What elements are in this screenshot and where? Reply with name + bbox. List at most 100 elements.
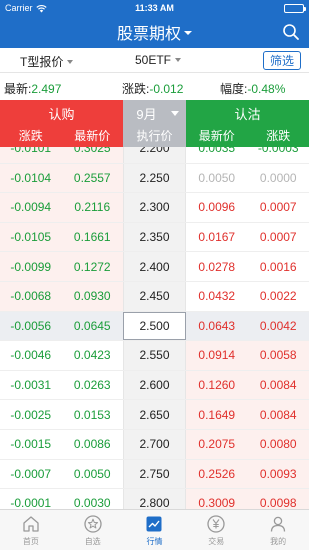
table-row[interactable]: -0.0046 0.0423 2.550 0.0914 0.0058: [0, 341, 309, 371]
call-change-cell[interactable]: -0.0101: [0, 147, 62, 163]
call-last-column-header[interactable]: 最新价: [62, 126, 124, 147]
strike-cell[interactable]: 2.600: [123, 370, 186, 400]
chevron-down-icon: [184, 31, 192, 35]
strike-cell[interactable]: 2.800: [123, 489, 186, 509]
underlying-selector[interactable]: 50ETF: [135, 53, 182, 67]
call-change-cell[interactable]: -0.0031: [0, 370, 62, 400]
strike-cell[interactable]: 2.750: [123, 459, 186, 489]
call-change-cell[interactable]: -0.0068: [0, 281, 62, 311]
table-row[interactable]: -0.0068 0.0930 2.450 0.0432 0.0022: [0, 281, 309, 312]
put-last-cell[interactable]: 0.3009: [186, 489, 248, 509]
tab-home[interactable]: 首页: [0, 510, 62, 550]
call-last-cell[interactable]: 0.2116: [61, 193, 123, 222]
table-row[interactable]: -0.0094 0.2116 2.300 0.0096 0.0007: [0, 193, 309, 223]
table-row[interactable]: -0.0104 0.2557 2.250 0.0050 0.0000: [0, 163, 309, 194]
call-last-cell[interactable]: 0.0263: [61, 370, 123, 400]
call-last-cell[interactable]: 0.0153: [61, 400, 123, 429]
filter-button[interactable]: 筛选: [263, 51, 301, 70]
title-dropdown[interactable]: 股票期权: [117, 20, 192, 44]
put-change-cell[interactable]: 0.0084: [247, 400, 309, 429]
call-change-cell[interactable]: -0.0001: [0, 489, 62, 509]
dropdown-arrow-icon: [170, 110, 179, 116]
call-change-cell[interactable]: -0.0094: [0, 193, 62, 222]
table-row[interactable]: -0.0007 0.0050 2.750 0.2526 0.0093: [0, 459, 309, 490]
table-row-at-the-money[interactable]: -0.0056 0.0645 2.500 0.0643 0.0042: [0, 311, 309, 342]
quote-type-selector[interactable]: T型报价: [20, 53, 74, 70]
put-change-cell[interactable]: 0.0022: [247, 281, 309, 311]
last-price-value: 2.497: [31, 82, 62, 96]
call-last-cell[interactable]: 0.1661: [61, 222, 123, 252]
strike-cell[interactable]: 2.400: [123, 252, 186, 281]
strike-cell[interactable]: 2.700: [123, 429, 186, 459]
table-row[interactable]: -0.0001 0.0030 2.800 0.3009 0.0098: [0, 489, 309, 509]
put-last-cell[interactable]: 0.2075: [186, 429, 248, 459]
call-change-column-header[interactable]: 涨跌: [0, 126, 62, 147]
put-last-cell[interactable]: 0.2526: [186, 459, 248, 489]
put-last-cell[interactable]: 0.0096: [186, 193, 248, 222]
table-row[interactable]: -0.0105 0.1661 2.350 0.0167 0.0007: [0, 222, 309, 253]
tab-trade[interactable]: 交易: [185, 510, 247, 550]
put-change-cell[interactable]: 0.0084: [247, 370, 309, 400]
put-last-cell[interactable]: 0.0050: [186, 163, 248, 193]
strike-cell[interactable]: 2.350: [123, 222, 186, 252]
put-change-cell[interactable]: 0.0007: [247, 222, 309, 252]
strike-cell[interactable]: 2.550: [123, 341, 186, 370]
call-last-cell[interactable]: 0.3025: [61, 147, 123, 163]
call-last-cell[interactable]: 0.0645: [61, 311, 123, 341]
call-change-cell[interactable]: -0.0099: [0, 252, 62, 281]
put-last-cell[interactable]: 0.0167: [186, 222, 248, 252]
call-last-cell[interactable]: 0.2557: [61, 163, 123, 193]
call-change-cell[interactable]: -0.0046: [0, 341, 62, 370]
put-last-column-header[interactable]: 最新价: [186, 126, 248, 147]
put-change-cell[interactable]: 0.0000: [247, 163, 309, 193]
put-last-cell[interactable]: 0.1260: [186, 370, 248, 400]
put-change-cell[interactable]: 0.0042: [247, 311, 309, 341]
call-change-cell[interactable]: -0.0056: [0, 311, 62, 341]
month-selector[interactable]: 9月: [123, 100, 186, 126]
tab-watchlist[interactable]: 自选: [62, 510, 124, 550]
table-row[interactable]: -0.0099 0.1272 2.400 0.0278 0.0016: [0, 252, 309, 282]
strike-cell[interactable]: 2.300: [123, 193, 186, 222]
put-last-cell[interactable]: 0.0432: [186, 281, 248, 311]
option-chain-table[interactable]: -0.0101 0.3025 2.200 0.0035 -0.0003 -0.0104 0.…: [0, 147, 309, 509]
call-change-cell[interactable]: -0.0007: [0, 459, 62, 489]
table-row[interactable]: -0.0031 0.0263 2.600 0.1260 0.0084: [0, 370, 309, 401]
strike-cell[interactable]: 2.200: [123, 147, 186, 163]
put-change-cell[interactable]: 0.0007: [247, 193, 309, 222]
call-last-cell[interactable]: 0.0086: [61, 429, 123, 459]
put-change-cell[interactable]: 0.0058: [247, 341, 309, 370]
tab-label: 行情: [146, 536, 163, 546]
table-row[interactable]: -0.0025 0.0153 2.650 0.1649 0.0084: [0, 400, 309, 430]
home-icon: [23, 515, 39, 532]
call-change-cell[interactable]: -0.0025: [0, 400, 62, 429]
table-row[interactable]: -0.0101 0.3025 2.200 0.0035 -0.0003: [0, 147, 309, 164]
put-change-cell[interactable]: 0.0098: [247, 489, 309, 509]
tab-market[interactable]: 行情: [124, 510, 186, 550]
call-last-cell[interactable]: 0.0930: [61, 281, 123, 311]
put-last-cell[interactable]: 0.0643: [186, 311, 248, 341]
person-icon: [270, 516, 286, 532]
call-last-cell[interactable]: 0.0030: [61, 489, 123, 509]
put-last-cell[interactable]: 0.0914: [186, 341, 248, 370]
put-change-column-header[interactable]: 涨跌: [248, 126, 310, 147]
call-last-cell[interactable]: 0.0423: [61, 341, 123, 370]
call-last-cell[interactable]: 0.0050: [61, 459, 123, 489]
table-row[interactable]: -0.0015 0.0086 2.700 0.2075 0.0080: [0, 429, 309, 460]
call-last-cell[interactable]: 0.1272: [61, 252, 123, 281]
call-change-cell[interactable]: -0.0105: [0, 222, 62, 252]
put-last-cell[interactable]: 0.1649: [186, 400, 248, 429]
strike-cell[interactable]: 2.250: [123, 163, 186, 193]
call-change-cell[interactable]: -0.0015: [0, 429, 62, 459]
strike-cell[interactable]: 2.450: [123, 281, 186, 311]
put-change-cell[interactable]: 0.0080: [247, 429, 309, 459]
put-change-cell[interactable]: -0.0003: [247, 147, 309, 163]
strike-cell[interactable]: 2.650: [123, 400, 186, 429]
call-change-cell[interactable]: -0.0104: [0, 163, 62, 193]
put-last-cell[interactable]: 0.0035: [186, 147, 248, 163]
put-last-cell[interactable]: 0.0278: [186, 252, 248, 281]
tab-profile[interactable]: 我的: [247, 510, 309, 550]
search-icon[interactable]: [282, 23, 300, 41]
put-change-cell[interactable]: 0.0016: [247, 252, 309, 281]
put-change-cell[interactable]: 0.0093: [247, 459, 309, 489]
strike-cell[interactable]: 2.500: [123, 311, 186, 341]
